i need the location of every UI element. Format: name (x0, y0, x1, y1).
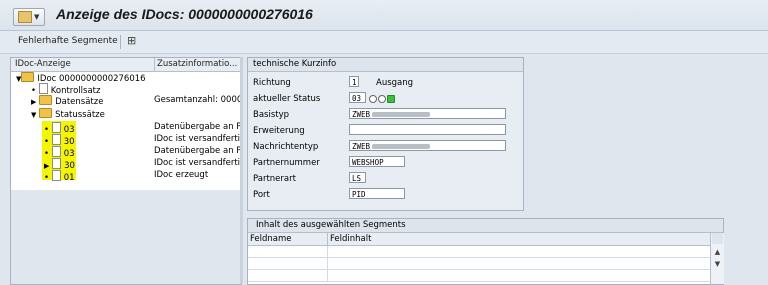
tree-node-status[interactable]: • 03 Datenübergabe an Pc (11, 122, 241, 135)
tree-node-datasets[interactable]: ▶ Datensätze Gesamtanzahl: 00000 (11, 95, 241, 107)
basistyp-value: ZWEB (349, 108, 506, 119)
tree-node-status[interactable]: ▶ 30 IDoc ist versandfertig (11, 158, 241, 171)
segment-row[interactable] (248, 270, 710, 282)
field-richtung: Richtung 1 Ausgang (253, 76, 414, 88)
status-value: 03 (349, 92, 366, 103)
tree-node-status[interactable]: • 03 Datenübergabe an Pc (11, 146, 241, 159)
field-status: aktueller Status 03 (248, 92, 523, 106)
technical-info-panel: technische Kurzinfo Richtung 1 Ausgang a… (247, 57, 524, 211)
segment-row[interactable] (248, 246, 710, 258)
tree-node-statussets[interactable]: ▼ Statussätze (11, 108, 241, 120)
nachrichtentyp-value: ZWEB (349, 140, 506, 151)
tree-node-status[interactable]: • 01 IDoc erzeugt (11, 170, 241, 183)
richtung-text: Ausgang (376, 78, 414, 88)
document-icon (51, 146, 61, 157)
document-icon (51, 170, 61, 181)
panel-title: technische Kurzinfo (253, 59, 337, 69)
toolbar-separator (120, 35, 121, 49)
scroll-handle[interactable] (712, 233, 723, 244)
document-icon (51, 134, 61, 145)
col-feldname[interactable]: Feldname (250, 234, 292, 244)
field-nachrichtentyp: Nachrichtentyp ZWEB (248, 140, 523, 154)
segment-panel-title: Inhalt des ausgewählten Segments (256, 220, 406, 230)
document-icon (52, 158, 62, 169)
partnernummer-value: WEBSHOP (349, 156, 405, 167)
error-segments-button[interactable]: Fehlerhafte Segmente (18, 36, 118, 46)
datasets-info: Gesamtanzahl: 00000 (154, 95, 241, 105)
scroll-up-icon[interactable]: ▲ (712, 247, 723, 258)
port-value: PID (349, 188, 405, 199)
erweiterung-value (349, 124, 506, 135)
splitter[interactable] (240, 57, 243, 283)
idoc-tree-panel: IDoc-Anzeige Zusatzinformatio... ▼ IDoc 0… (10, 57, 242, 285)
tree-col-idoc[interactable]: IDoc-Anzeige (15, 59, 71, 69)
tree-node-root[interactable]: ▼ IDoc 0000000000276016 (11, 72, 241, 84)
document-icon (51, 122, 61, 133)
field-port: Port PID (248, 188, 523, 202)
segment-grid-header: Feldname Feldinhalt (248, 233, 710, 246)
document-icon (38, 83, 48, 94)
tree-col-info[interactable]: Zusatzinformatio... (157, 59, 237, 69)
folder-icon (39, 95, 53, 105)
field-partnerart: Partnerart LS (248, 172, 523, 186)
segment-grid: Feldname Feldinhalt (248, 233, 710, 284)
scroll-down-icon[interactable]: ▼ (712, 259, 723, 270)
folder-open-icon (21, 72, 35, 82)
window-title: Anzeige des IDocs: 0000000000276016 (56, 6, 313, 22)
tree-empty-area (11, 190, 241, 284)
field-basistyp: Basistyp ZWEB (248, 108, 523, 122)
application-toolbar: Fehlerhafte Segmente ⊞ (0, 31, 768, 54)
tree-node-status[interactable]: • 30 IDoc ist versandfertig (11, 134, 241, 147)
field-partnernummer: Partnernummer WEBSHOP (248, 156, 523, 170)
segment-scrollbar[interactable]: ▲ ▼ (710, 233, 724, 284)
folder-open-icon (39, 108, 53, 118)
tree-node-control[interactable]: • Kontrollsatz (11, 83, 241, 96)
title-bar: ▼ Anzeige des IDocs: 0000000000276016 (0, 0, 768, 31)
traffic-light-icon (369, 94, 396, 104)
col-feldinhalt[interactable]: Feldinhalt (330, 234, 371, 244)
partnerart-value: LS (349, 172, 366, 183)
richtung-value: 1 (349, 76, 359, 87)
tree-layout-icon[interactable]: ⊞ (127, 34, 141, 48)
field-erweiterung: Erweiterung (248, 124, 523, 138)
tree-header: IDoc-Anzeige Zusatzinformatio... (11, 58, 241, 72)
sap-menu-icon[interactable]: ▼ (13, 8, 45, 26)
segment-row[interactable] (248, 258, 710, 270)
segment-content-panel: Inhalt des ausgewählten Segments Feldnam… (247, 218, 724, 285)
